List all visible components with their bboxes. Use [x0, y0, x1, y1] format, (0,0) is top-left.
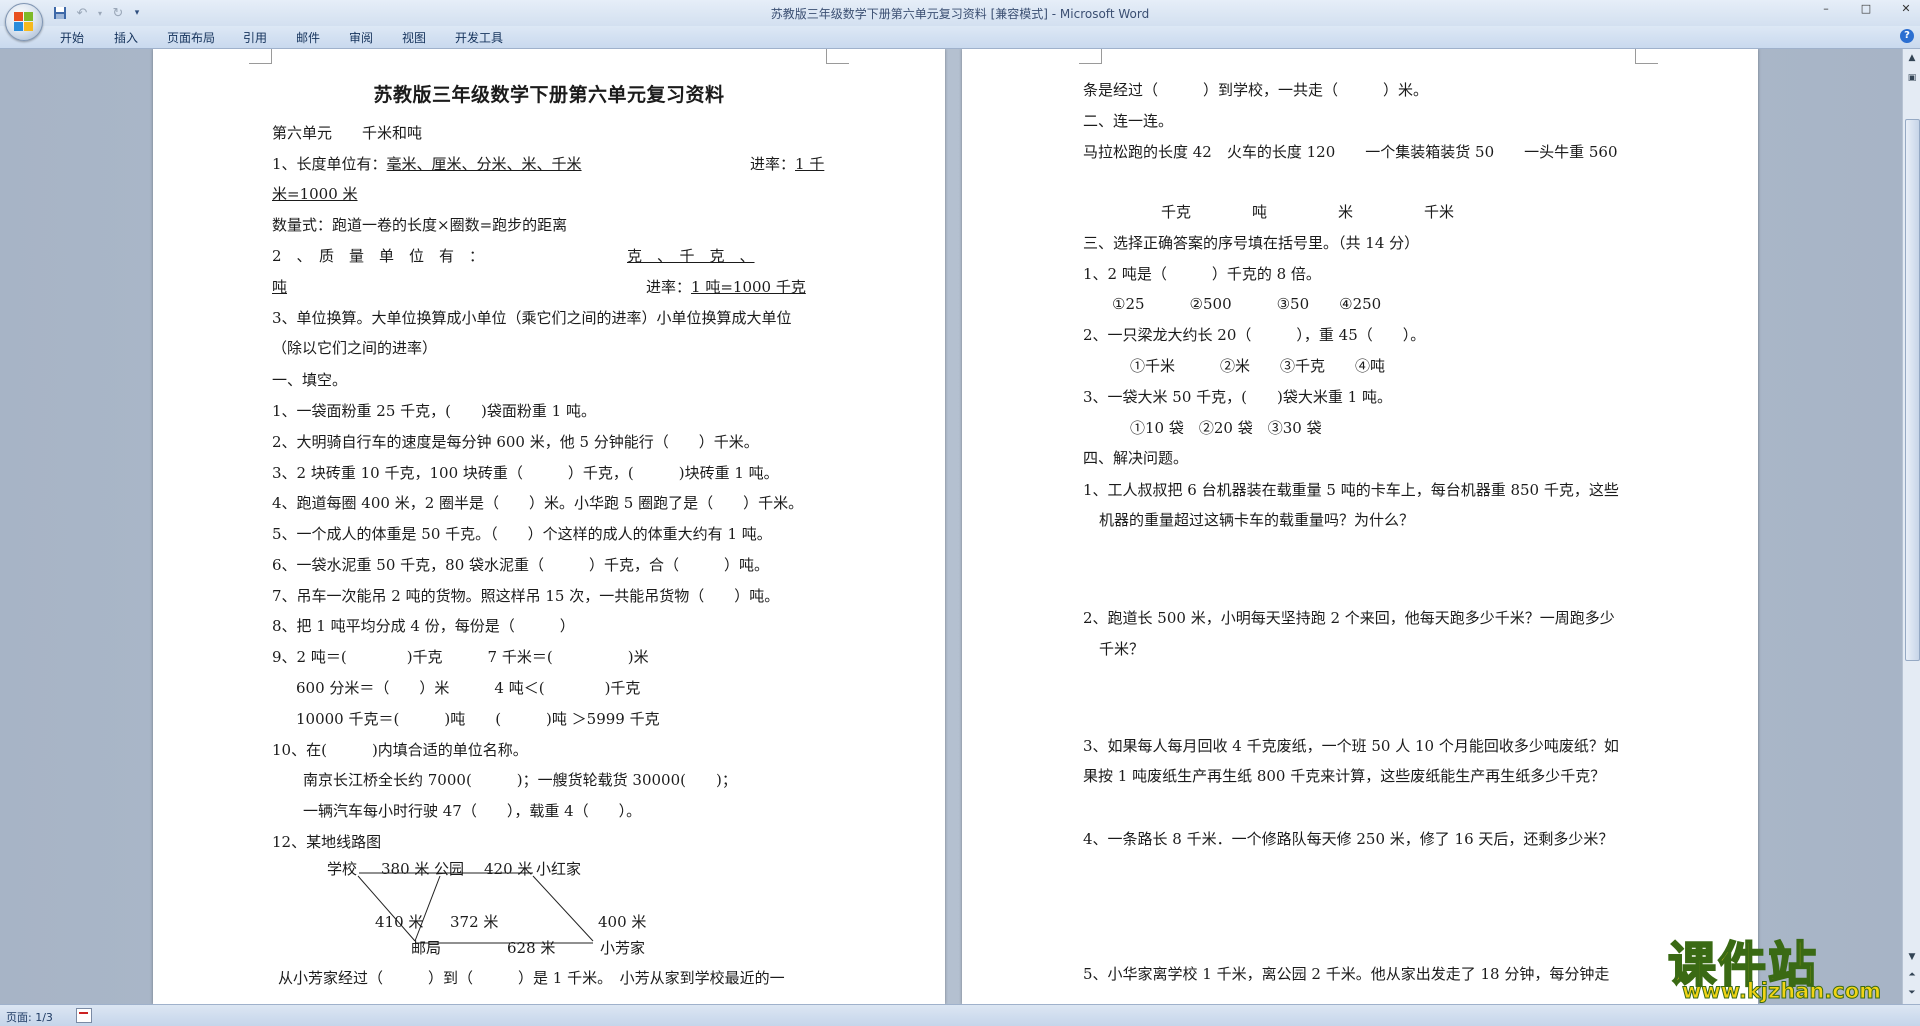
choice-2-options: ①千米 ②米 ③千克 ④吨: [1130, 357, 1386, 375]
length-units-line: 1、长度单位有：毫米、厘米、分米、米、千米: [272, 155, 582, 173]
map-node-post: 邮局: [411, 939, 442, 957]
document-workspace[interactable]: 苏教版三年级数学下册第六单元复习资料 第六单元 千米和吨 1、长度单位有：毫米、…: [0, 49, 1902, 1004]
question-6: 6、一袋水泥重 50 千克，80 袋水泥重（ ）千克，合（ ）吨。: [272, 556, 770, 574]
page-1[interactable]: 苏教版三年级数学下册第六单元复习资料 第六单元 千米和吨 1、长度单位有：毫米、…: [153, 49, 945, 1004]
problem-4: 4、一条路长 8 千米．一个修路队每天修 250 米，修了 16 天后，还剩多少…: [1083, 830, 1614, 848]
status-bar: 页面: 1/3: [0, 1004, 1920, 1026]
question-10b: 一辆汽车每小时行驶 47（ ），载重 4（ ）。: [303, 802, 642, 820]
maximize-button[interactable]: □: [1858, 2, 1874, 15]
map-node-park: 公园: [434, 860, 465, 878]
question-10: 10、在( )内填合适的单位名称。: [272, 741, 528, 759]
map-dist-post-xiaofang: 628 米: [507, 939, 556, 957]
question-5: 5、一个成人的体重是 50 千克。（ ）个这样的成人的体重大约有 1 吨。: [272, 525, 772, 543]
question-9b: 600 分米＝（ ）米 4 吨＜( )千克: [296, 679, 641, 697]
scroll-up-icon[interactable]: ▲: [1905, 51, 1919, 65]
unit-heading: 第六单元 千米和吨: [272, 124, 423, 142]
choice-2: 2、一只梁龙大约长 20（ ），重 45（ ）。: [1083, 326, 1426, 344]
match-unit-km: 千米: [1424, 203, 1455, 221]
page-2[interactable]: 条是经过（ ）到学校，一共走（ ）米。 二、连一连。 马拉松跑的长度 42 火车…: [962, 49, 1758, 1004]
tab-page-layout[interactable]: 页面布局: [167, 29, 215, 46]
vertical-scrollbar[interactable]: ▲ ▣ ▼ ⏶ ⏷: [1902, 49, 1920, 1004]
map-node-xiaohong: 小红家: [536, 860, 582, 878]
office-button[interactable]: [5, 3, 43, 41]
question-10a: 南京长江桥全长约 7000( )；一艘货轮载货 30000( )；: [303, 771, 737, 789]
tab-home[interactable]: 开始: [60, 29, 84, 46]
section-fill-blank: 一、填空。: [272, 371, 348, 389]
question-7: 7、吊车一次能吊 2 吨的货物。照这样吊 15 次，一共能吊货物（ ）吨。: [272, 587, 780, 605]
page-count-status[interactable]: 页面: 1/3: [6, 1009, 53, 1025]
window-title: 苏教版三年级数学下册第六单元复习资料 [兼容模式] - Microsoft Wo…: [770, 7, 1150, 21]
tab-review[interactable]: 审阅: [349, 29, 373, 46]
length-rate-continued: 米=1000 米: [272, 185, 358, 203]
question-4: 4、跑道每圈 400 米，2 圈半是（ ）米。小华跑 5 圈跑了是（ ）千米。: [272, 494, 804, 512]
problem-1a: 1、工人叔叔把 6 台机器装在载重量 5 吨的卡车上，每台机器重 850 千克，…: [1083, 481, 1619, 499]
tab-references[interactable]: 引用: [243, 29, 267, 46]
document-title: 苏教版三年级数学下册第六单元复习资料: [373, 84, 725, 106]
map-dist-xiaohong-xiaofang: 400 米: [598, 913, 647, 931]
problem-2a: 2、跑道长 500 米，小明每天坚持跑 2 个来回，他每天跑多少千米？一周跑多少: [1083, 609, 1615, 627]
match-items-row: 马拉松跑的长度 42 火车的长度 120 一个集装箱装货 50 一头牛重 560: [1083, 143, 1618, 161]
section-problems: 四、解决问题。: [1083, 449, 1189, 467]
question-12: 12、某地线路图: [272, 833, 382, 851]
problem-2b: 千米？: [1099, 640, 1145, 658]
choice-1: 1、2 吨是（ ）千克的 8 倍。: [1083, 265, 1321, 283]
section-choice: 三、选择正确答案的序号填在括号里。（共 14 分）: [1083, 234, 1420, 252]
mass-units-continued: 吨: [272, 278, 288, 296]
question-9c: 10000 千克＝( )吨 ( )吨 ＞5999 千克: [296, 710, 660, 728]
office-logo-icon: [14, 12, 34, 32]
proofing-status-icon[interactable]: [76, 1008, 92, 1023]
section-match: 二、连一连。: [1083, 112, 1174, 130]
choice-1-options: ①25 ②500 ③50 ④250: [1112, 295, 1382, 313]
question-1: 1、一袋面粉重 25 千克，( )袋面粉重 1 吨。: [272, 402, 596, 420]
tab-view[interactable]: 视图: [402, 29, 426, 46]
tab-mailings[interactable]: 邮件: [296, 29, 320, 46]
tab-developer[interactable]: 开发工具: [455, 29, 503, 46]
scrollbar-thumb[interactable]: [1905, 119, 1920, 661]
edge-xiaohong-xiaofang: [532, 875, 594, 942]
map-dist-park-xiaohong: 420 米: [484, 860, 533, 878]
mass-units-line: 2 、 质 量 单 位 有 ：: [272, 247, 485, 265]
map-dist-school-post: 410 米: [375, 913, 424, 931]
conversion-line-2: （除以它们之间的进率）: [272, 339, 438, 357]
problem-3a: 3、如果每人每月回收 4 千克废纸，一个班 50 人 10 个月能回收多少吨废纸…: [1083, 737, 1619, 755]
choice-3: 3、一袋大米 50 千克，( )袋大米重 1 吨。: [1083, 388, 1392, 406]
map-dist-park-post: 372 米: [450, 913, 499, 931]
choice-3-options: ①10 袋 ②20 袋 ③30 袋: [1130, 419, 1322, 437]
tab-insert[interactable]: 插入: [114, 29, 138, 46]
map-question-line: 从小芳家经过（ ）到（ ）是 1 千米。 小芳从家到学校最近的一: [278, 969, 785, 987]
formula-line: 数量式：跑道一卷的长度×圈数=跑步的距离: [272, 216, 568, 234]
map-node-xiaofang: 小芳家: [600, 939, 646, 957]
conversion-line-1: 3、单位换算。大单位换算成小单位（乘它们之间的进率）小单位换算成大单位: [272, 309, 792, 327]
question-3: 3、2 块砖重 10 千克，100 块砖重（ ）千克，( )块砖重 1 吨。: [272, 464, 779, 482]
question-2: 2、大明骑自行车的速度是每分钟 600 米，他 5 分钟能行（ ）千米。: [272, 433, 759, 451]
ruler-toggle-icon[interactable]: ▣: [1905, 71, 1919, 85]
problem-5: 5、小华家离学校 1 千米，离公园 2 千米。他从家出发走了 18 分钟，每分钟…: [1083, 965, 1610, 983]
p2-line-1: 条是经过（ ）到学校，一共走（ ）米。: [1083, 81, 1429, 99]
title-bar: ↶ ▾ ↻ ▾ 苏教版三年级数学下册第六单元复习资料 [兼容模式] - Micr…: [0, 0, 1920, 41]
problem-3b: 果按 1 吨废纸生产再生纸 800 千克来计算，这些废纸能生产再生纸多少千克？: [1083, 767, 1606, 785]
problem-1b: 机器的重量超过这辆卡车的载重量吗？为什么？: [1099, 511, 1415, 529]
question-9a: 9、2 吨＝( )千克 7 千米＝( )米: [272, 648, 649, 666]
question-8: 8、把 1 吨平均分成 4 份，每份是（ ）: [272, 617, 575, 635]
map-node-school: 学校: [327, 860, 358, 878]
window-controls: – □ ✕: [1818, 2, 1914, 15]
help-icon[interactable]: ?: [1900, 29, 1914, 43]
mass-rate-line: 进率：1 吨=1000 千克: [646, 278, 806, 296]
map-dist-school-park: 380 米: [381, 860, 430, 878]
minimize-button[interactable]: –: [1818, 2, 1834, 15]
mass-units-values: 克 、 千 克 、: [627, 247, 755, 265]
length-rate-line: 进率：1 千: [750, 155, 825, 173]
ribbon-tabs: 开始 插入 页面布局 引用 邮件 审阅 视图 开发工具 ?: [0, 26, 1920, 49]
match-unit-ton: 吨: [1252, 203, 1268, 221]
match-unit-kg: 千克: [1161, 203, 1192, 221]
watermark-logo: 课件站 www.kjzhan.com: [1667, 925, 1908, 1005]
match-unit-m: 米: [1338, 203, 1354, 221]
watermark-url: www.kjzhan.com: [1681, 979, 1882, 1004]
close-button[interactable]: ✕: [1898, 2, 1914, 15]
